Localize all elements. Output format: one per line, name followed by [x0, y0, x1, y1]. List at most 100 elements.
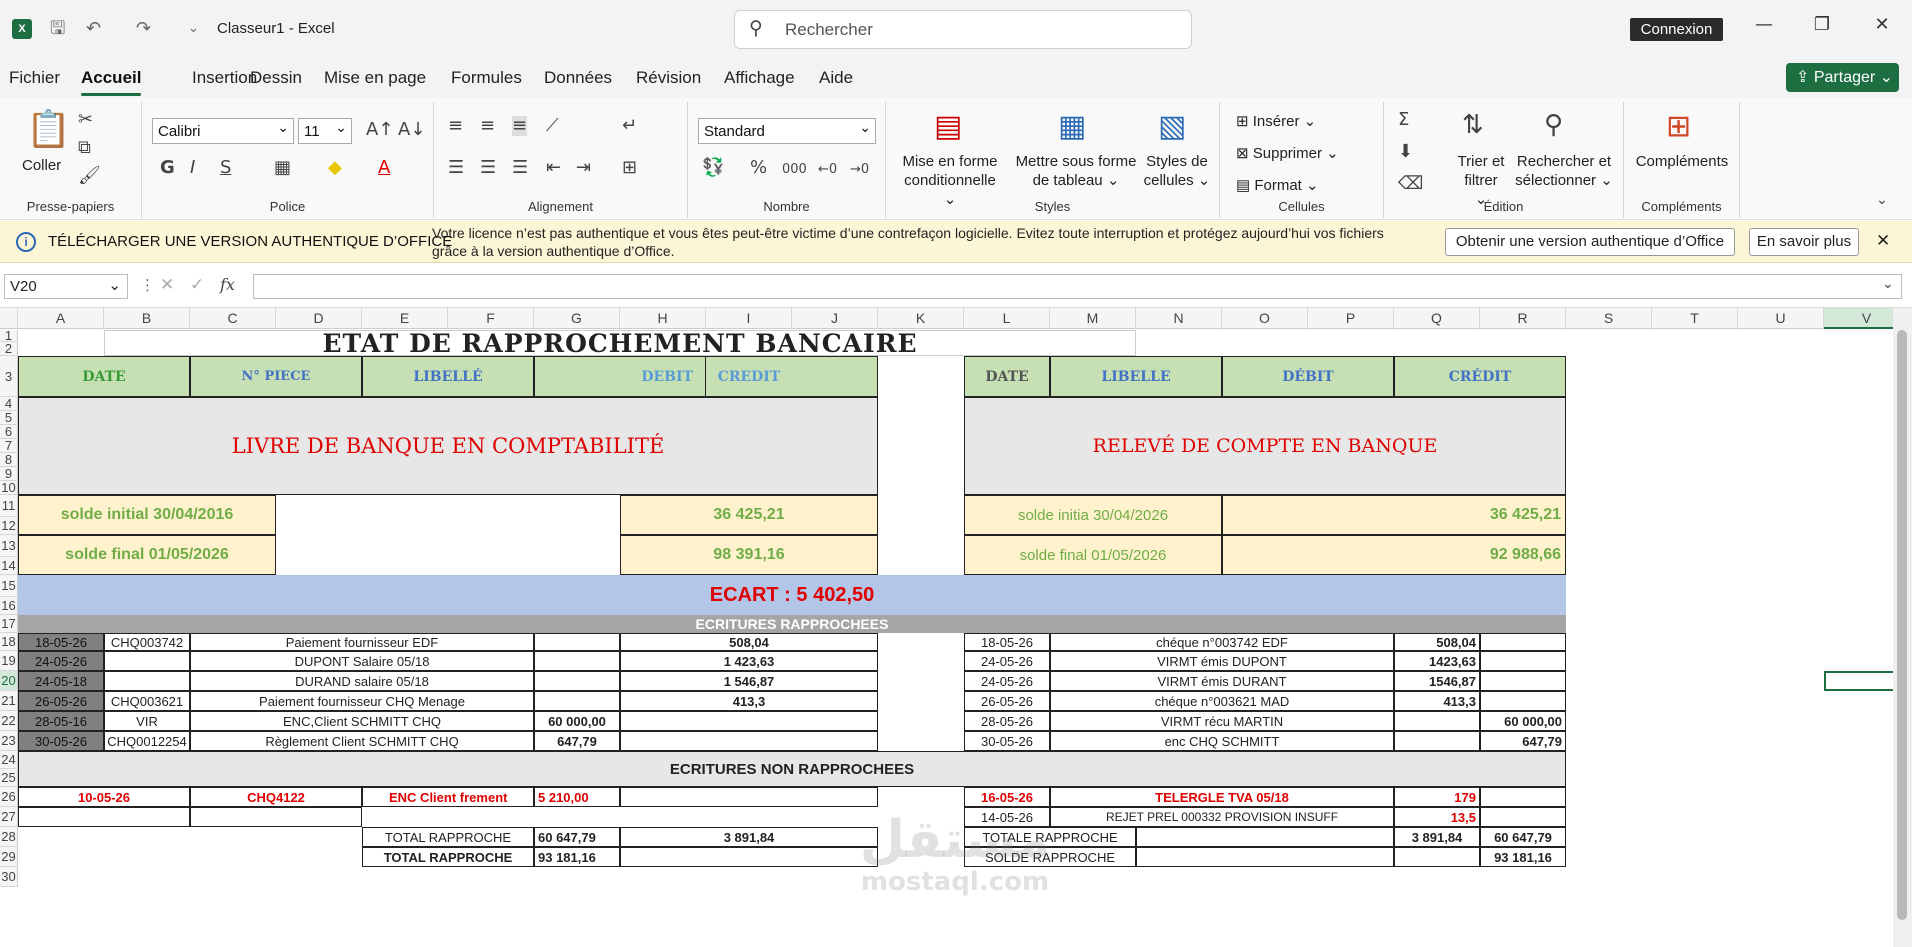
- decrease-indent-icon[interactable]: ⇤: [546, 158, 561, 178]
- insert-function-icon[interactable]: fx: [220, 275, 235, 294]
- left-final-label[interactable]: solde final 01/05/2026: [18, 535, 276, 575]
- right-row-date[interactable]: 24-05-26: [964, 671, 1050, 691]
- total-left-credit1[interactable]: 3 891,84: [620, 827, 878, 847]
- left-row-piece[interactable]: CHQ0012254: [104, 731, 190, 751]
- rapprochees-title[interactable]: ECRITURES RAPPROCHEES: [18, 615, 1566, 633]
- left-row-date[interactable]: 30-05-26: [18, 731, 104, 751]
- row-header[interactable]: 20: [0, 671, 18, 691]
- non-rapprochees-title[interactable]: ECRITURES NON RAPPROCHEES: [18, 751, 1566, 787]
- copy-icon[interactable]: ⧉: [78, 138, 91, 158]
- left-row-date[interactable]: 26-05-26: [18, 691, 104, 711]
- formula-options-icon[interactable]: ⋮: [140, 276, 155, 294]
- row-header[interactable]: 13: [0, 535, 18, 557]
- left-row-credit[interactable]: 508,04: [620, 633, 878, 651]
- right-final-value[interactable]: 92 988,66: [1222, 535, 1566, 575]
- tab-mise-en-page[interactable]: Mise en page: [324, 68, 426, 88]
- vertical-scrollbar[interactable]: [1893, 308, 1912, 947]
- right-row-debit[interactable]: [1394, 731, 1480, 751]
- row-header[interactable]: 9: [0, 467, 18, 481]
- fill-icon[interactable]: ⬇: [1398, 142, 1413, 162]
- align-center-icon[interactable]: ☰: [480, 158, 496, 178]
- delete-button[interactable]: ⊠ Supprimer ⌄: [1236, 144, 1339, 163]
- nr-right-credit1[interactable]: [1480, 787, 1566, 807]
- font-name-dropdown[interactable]: Calibri: [152, 118, 294, 144]
- left-row-libelle[interactable]: Paiement fournisseur EDF: [190, 633, 534, 651]
- left-row-debit[interactable]: [534, 691, 620, 711]
- row-header[interactable]: 22: [0, 711, 18, 731]
- paste-icon[interactable]: 📋: [26, 110, 71, 150]
- right-row-credit[interactable]: [1480, 651, 1566, 671]
- row-header[interactable]: 28: [0, 827, 18, 847]
- total-right-debit2[interactable]: [1394, 847, 1480, 867]
- column-header[interactable]: B: [104, 308, 190, 329]
- column-header[interactable]: F: [448, 308, 534, 329]
- align-bottom-icon[interactable]: ≡: [512, 116, 528, 136]
- ecart-banner[interactable]: ECART : 5 402,50: [18, 575, 1566, 615]
- right-row-debit[interactable]: [1394, 711, 1480, 731]
- cancel-entry-icon[interactable]: ✕: [160, 275, 174, 295]
- percent-icon[interactable]: %: [750, 158, 767, 178]
- decrease-decimal-icon[interactable]: →0: [850, 160, 869, 180]
- name-box[interactable]: V20: [4, 274, 128, 299]
- total-right-label1[interactable]: TOTALE RAPPROCHE: [964, 827, 1136, 847]
- left-row-date[interactable]: 24-05-18: [18, 671, 104, 691]
- tab-formules[interactable]: Formules: [451, 68, 522, 88]
- total-left-label1[interactable]: TOTAL RAPPROCHE: [362, 827, 534, 847]
- row-header[interactable]: 2: [0, 342, 18, 356]
- cell-styles-icon[interactable]: ▧: [1158, 110, 1186, 144]
- left-row-libelle[interactable]: Règlement Client SCHMITT CHQ: [190, 731, 534, 751]
- borders-icon[interactable]: ▦: [274, 158, 291, 178]
- row-header[interactable]: 18: [0, 633, 18, 651]
- row-header[interactable]: 4: [0, 397, 18, 411]
- right-row-debit[interactable]: 508,04: [1394, 633, 1480, 651]
- format-painter-icon[interactable]: 🖌: [78, 166, 101, 186]
- right-row-debit[interactable]: 1546,87: [1394, 671, 1480, 691]
- tab-aide[interactable]: Aide: [819, 68, 853, 88]
- right-row-date[interactable]: 18-05-26: [964, 633, 1050, 651]
- row-header[interactable]: 11: [0, 495, 18, 517]
- row-header[interactable]: 5: [0, 411, 18, 425]
- nr-right-lib2[interactable]: REJET PREL 000332 PROVISION INSUFF: [1050, 807, 1394, 827]
- right-row-credit[interactable]: [1480, 671, 1566, 691]
- left-row-debit[interactable]: 60 000,00: [534, 711, 620, 731]
- save-icon[interactable]: 🖫: [50, 17, 65, 41]
- nr-right-debit1[interactable]: 179: [1394, 787, 1480, 807]
- row-header[interactable]: 24: [0, 751, 18, 769]
- get-genuine-office-button[interactable]: Obtenir une version authentique d’Office: [1445, 228, 1735, 256]
- row-header[interactable]: 12: [0, 517, 18, 535]
- cut-icon[interactable]: ✂: [78, 110, 93, 130]
- nr-left-date[interactable]: 10-05-26: [18, 787, 190, 807]
- tab-revision[interactable]: Révision: [636, 68, 701, 88]
- row-header[interactable]: 29: [0, 847, 18, 867]
- column-header[interactable]: Q: [1394, 308, 1480, 329]
- close-notice-icon[interactable]: ✕: [1876, 231, 1890, 251]
- bold-icon[interactable]: G: [160, 158, 175, 178]
- autosum-icon[interactable]: Σ: [1398, 110, 1409, 130]
- align-left-icon[interactable]: ☰: [448, 158, 464, 178]
- row-header[interactable]: 10: [0, 481, 18, 495]
- scrollbar-thumb[interactable]: [1897, 330, 1907, 920]
- thousands-separator-icon[interactable]: 000: [782, 160, 807, 180]
- increase-indent-icon[interactable]: ⇥: [576, 158, 591, 178]
- right-row-date[interactable]: 28-05-26: [964, 711, 1050, 731]
- formula-input[interactable]: [253, 274, 1902, 299]
- confirm-entry-icon[interactable]: ✓: [190, 275, 204, 295]
- addins-icon[interactable]: ⊞: [1666, 110, 1691, 144]
- header-libelle[interactable]: LIBELLÉ: [362, 356, 534, 397]
- left-row-debit[interactable]: [534, 671, 620, 691]
- row-header[interactable]: 23: [0, 731, 18, 751]
- select-all-corner[interactable]: [0, 308, 18, 329]
- clear-icon[interactable]: ⌫: [1398, 174, 1423, 194]
- tab-affichage[interactable]: Affichage: [724, 68, 795, 88]
- column-header[interactable]: J: [792, 308, 878, 329]
- left-initial-label[interactable]: solde initial 30/04/2016: [18, 495, 276, 535]
- format-button[interactable]: ▤ Format ⌄: [1236, 176, 1319, 195]
- grow-font-icon[interactable]: A↑: [366, 120, 393, 140]
- font-size-dropdown[interactable]: 11: [298, 118, 352, 144]
- format-as-table-button[interactable]: Mettre sous forme de tableau ⌄: [1014, 152, 1138, 190]
- total-right-credit2[interactable]: 93 181,16: [1480, 847, 1566, 867]
- left-initial-value[interactable]: 36 425,21: [620, 495, 878, 535]
- left-row-libelle[interactable]: Paiement fournisseur CHQ Menage: [190, 691, 534, 711]
- format-as-table-icon[interactable]: ▦: [1058, 110, 1086, 144]
- collapse-ribbon-icon[interactable]: ⌄: [1876, 190, 1888, 210]
